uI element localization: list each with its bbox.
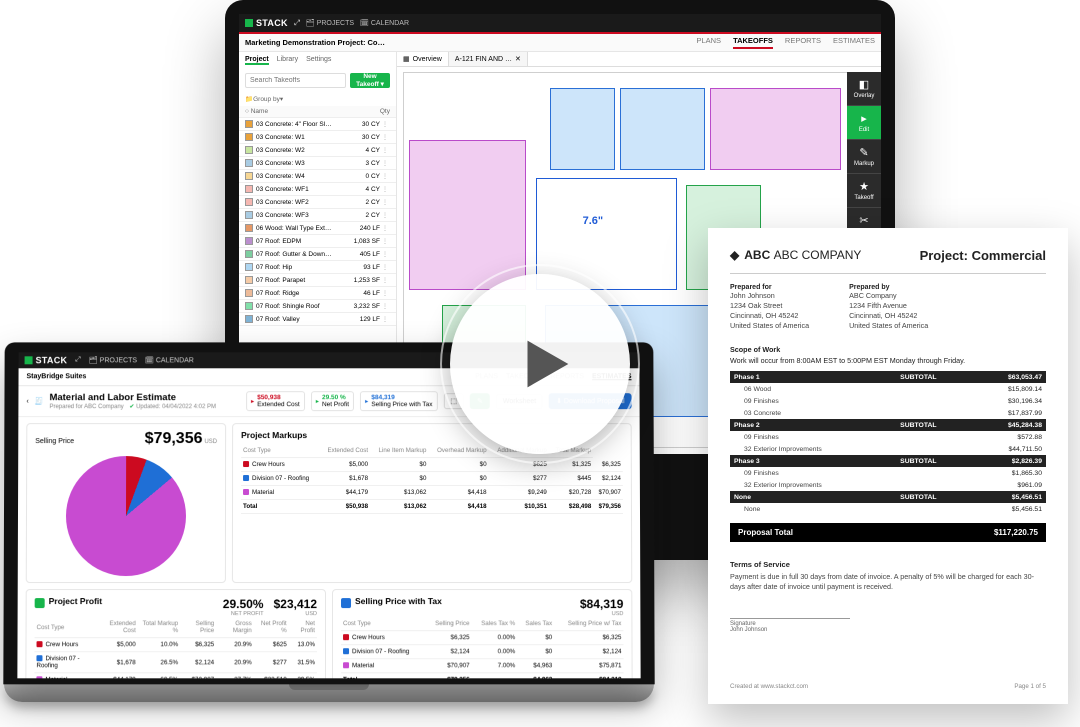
nav-projects[interactable]: 🗂 PROJECTS [89,356,137,364]
selling-price-tax-card: Selling Price with Tax $84,319USD Cost T… [332,589,633,678]
back-icon[interactable]: ‹ [26,398,28,405]
takeoff-row[interactable]: 03 Concrete: W33 CY⋮ [239,157,396,170]
nav-projects[interactable]: 🗂 PROJECTS [306,19,354,27]
side-tab-library[interactable]: Library [277,56,298,65]
takeoff-row[interactable]: 06 Wood: Wall Type Ext…240 LF⋮ [239,222,396,235]
prepared-by: Prepared byABC Company1234 Fifth AvenueC… [849,282,928,331]
nav-calendar[interactable]: 🗓 CALENDAR [145,356,194,364]
proposal-document: ◆ ABC ABC COMPANY Project: Commercial Pr… [708,228,1068,704]
side-tab-project[interactable]: Project [245,56,269,65]
doc-title: Project: Commercial [920,248,1046,263]
takeoff-row[interactable]: 03 Concrete: 4" Floor Sl…30 CY⋮ [239,118,396,131]
tool-markup[interactable]: ✎Markup [847,140,881,174]
laptop-deck [4,684,654,702]
dimension-label: 7.6" [583,215,604,227]
tool-overlay[interactable]: ◧Overlay [847,72,881,106]
group-by-select[interactable]: 📁 Group by ▾ [239,92,396,106]
takeoff-row[interactable]: 07 Roof: Parapet1,253 SF⋮ [239,274,396,287]
project-title: Marketing Demonstration Project: Co… [245,38,385,47]
plan-tab-sheet[interactable]: A-121 FIN AND … ✕ [449,52,528,66]
side-tab-settings[interactable]: Settings [306,56,331,65]
terms-of-service: Terms of ServicePayment is due in full 3… [730,560,1046,592]
takeoff-row[interactable]: 07 Roof: Ridge46 LF⋮ [239,287,396,300]
takeoff-row[interactable]: 07 Roof: Hip93 LF⋮ [239,261,396,274]
project-name: StayBridge Suites [27,373,87,380]
play-button[interactable] [450,274,630,454]
takeoff-row[interactable]: 03 Concrete: WF32 CY⋮ [239,209,396,222]
signature-block: Signature John Johnson [730,618,1046,633]
takeoff-row[interactable]: 07 Roof: Shingle Roof3,232 SF⋮ [239,300,396,313]
doc-icon: 🧾 [35,397,44,405]
takeoff-row[interactable]: 07 Roof: Gutter & Down…405 LF⋮ [239,248,396,261]
expand-icon[interactable]: ⤢ [294,18,300,28]
takeoff-row[interactable]: 03 Concrete: W40 CY⋮ [239,170,396,183]
project-profit-card: Project Profit 29.50%NET PROFIT $23,412U… [25,589,326,678]
tab-plans[interactable]: PLANS [696,36,721,49]
search-input[interactable] [245,73,346,88]
tab-reports[interactable]: REPORTS [785,36,821,49]
brand-logo: STACK [25,355,68,365]
play-icon [510,329,580,399]
new-takeoff-button[interactable]: New Takeoff ▾ [350,73,390,88]
pie-chart [66,456,186,576]
tab-estimates[interactable]: ESTIMATES [833,36,875,49]
takeoff-row[interactable]: 03 Concrete: W130 CY⋮ [239,131,396,144]
takeoff-row[interactable]: 03 Concrete: W24 CY⋮ [239,144,396,157]
prepared-for: Prepared forJohn Johnson1234 Oak StreetC… [730,282,809,331]
company-logo: ◆ ABC ABC COMPANY [730,248,861,262]
takeoff-row[interactable]: 03 Concrete: WF14 CY⋮ [239,183,396,196]
proposal-total: Proposal Total$117,220.75 [730,523,1046,542]
brand-logo: STACK [245,18,288,28]
expand-icon[interactable]: ⤢ [75,356,81,364]
project-bar: Marketing Demonstration Project: Co… PLA… [239,34,881,52]
takeoff-row[interactable]: 03 Concrete: WF22 CY⋮ [239,196,396,209]
scope-of-work: Scope of WorkWork will occur from 8:00AM… [730,345,1046,365]
estimate-title: Material and Labor Estimate [49,392,216,403]
selling-price-card: Selling Price$79,356 USD [26,423,226,583]
takeoff-row[interactable]: 07 Roof: Valley129 LF⋮ [239,313,396,326]
tab-takeoffs[interactable]: TAKEOFFS [733,36,773,49]
takeoff-row[interactable]: 07 Roof: EDPM1,083 SF⋮ [239,235,396,248]
tool-edit[interactable]: ▸Edit [847,106,881,140]
plan-tab-overview[interactable]: ▦ Overview [397,52,449,66]
tool-takeoff[interactable]: ★Takeoff [847,174,881,208]
nav-calendar[interactable]: 🗓 CALENDAR [360,19,409,27]
app-topbar: STACK ⤢ 🗂 PROJECTS 🗓 CALENDAR [239,14,881,32]
